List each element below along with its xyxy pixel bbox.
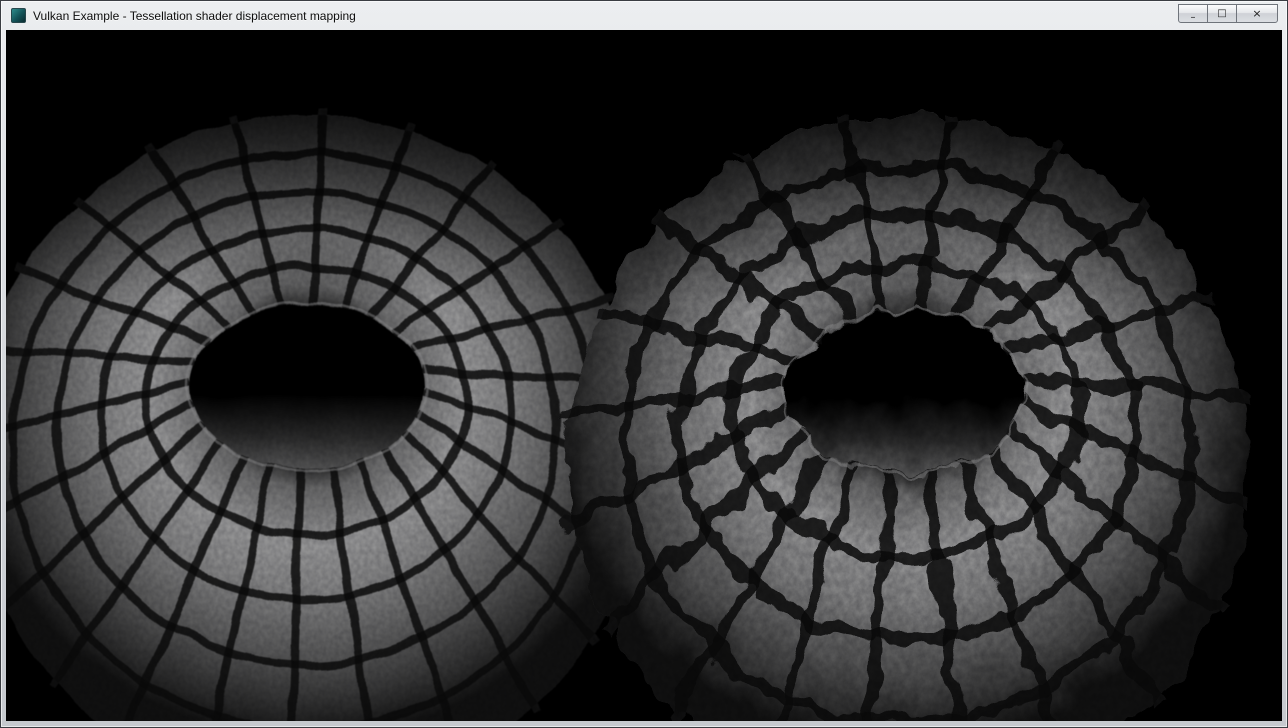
maximize-icon: □: [1217, 9, 1226, 19]
app-window: Vulkan Example - Tessellation shader dis…: [0, 0, 1288, 728]
vulkan-app-icon: [11, 8, 26, 23]
maximize-button[interactable]: □: [1207, 4, 1237, 23]
titlebar[interactable]: Vulkan Example - Tessellation shader dis…: [1, 1, 1287, 30]
close-icon: ×: [1252, 8, 1261, 19]
close-button[interactable]: ×: [1236, 4, 1278, 23]
scene-canvas: [6, 30, 1282, 721]
window-controls: – □ ×: [1179, 4, 1278, 23]
minimize-button[interactable]: –: [1178, 4, 1208, 23]
window-title: Vulkan Example - Tessellation shader dis…: [33, 9, 356, 23]
render-viewport[interactable]: [6, 30, 1282, 721]
minimize-icon: –: [1191, 13, 1196, 23]
